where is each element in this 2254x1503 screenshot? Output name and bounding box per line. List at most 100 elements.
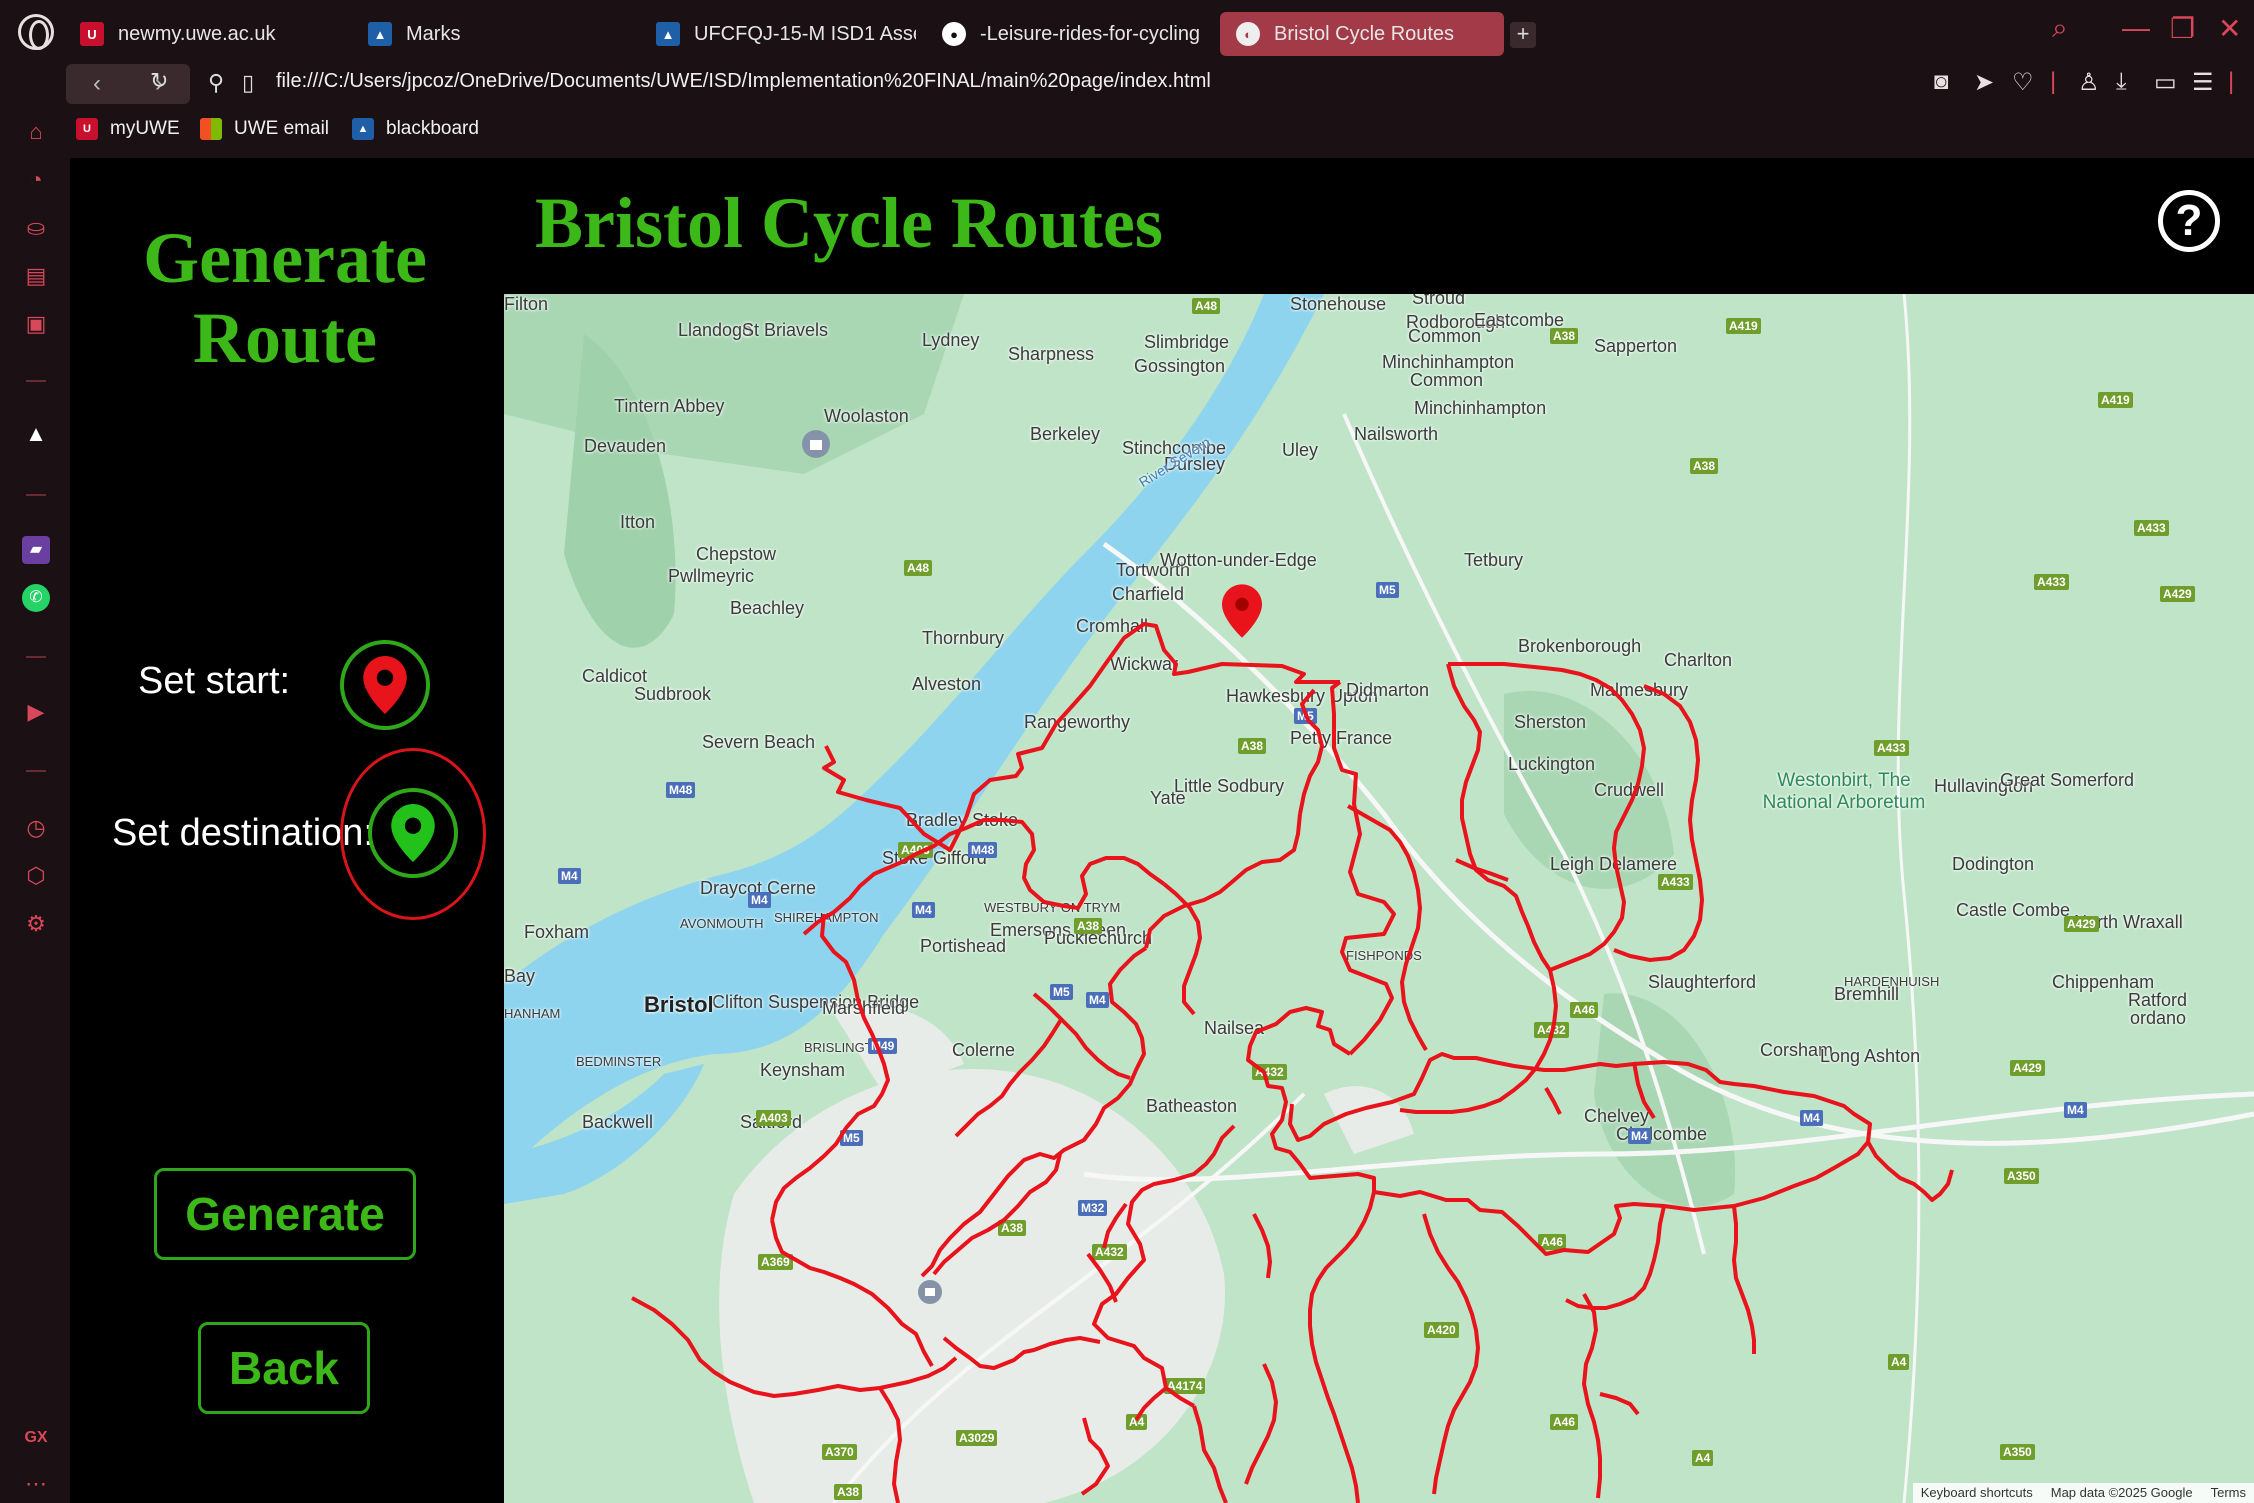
terms-link[interactable]: Terms (2211, 1485, 2246, 1501)
minimize-icon[interactable]: — (2122, 12, 2150, 44)
road-shield: M49 (868, 1038, 898, 1054)
road-shield: M5 (1376, 582, 1399, 598)
blackboard-icon: ▲ (368, 22, 392, 46)
road-shield: A4 (1888, 1354, 1910, 1370)
map-place-label: Pwllmeyric (668, 566, 755, 586)
route-map[interactable]: Llandogo St Briavels Lydney Sharpness Slimbr… (504, 294, 2254, 1503)
extensions-icon[interactable]: ⬡ (22, 862, 50, 890)
map-place-label: Malmesbury (1590, 680, 1689, 700)
map-place-label: Portishead (920, 936, 1007, 956)
tab-label: Bristol Cycle Routes (1274, 22, 1455, 45)
road-shield: M32 (1078, 1200, 1108, 1216)
history-icon[interactable]: ◷ (22, 814, 50, 842)
tab-github-repo[interactable]: ● -Leisure-rides-for-cycling (942, 12, 1206, 56)
map-start-marker-icon[interactable] (1222, 584, 1262, 638)
road-shield: A48 (904, 560, 933, 576)
tab-newmy-uwe[interactable]: U newmy.uwe.ac.uk (80, 12, 340, 56)
bookmark-myuwe[interactable]: U myUWE (76, 118, 180, 140)
back-arrow-icon[interactable]: ‹ (93, 70, 101, 98)
heart-icon[interactable]: ♡ (2012, 68, 2034, 97)
clifton-bridge-poi-icon[interactable] (916, 1278, 944, 1306)
map-place-label: WESTBURY ON TRYM (984, 900, 1121, 915)
road-shield: M4 (558, 868, 581, 884)
road-shield: A38 (998, 1220, 1027, 1236)
twitch-icon[interactable]: ▰ (22, 536, 50, 564)
map-place-label: Common (1408, 326, 1482, 346)
map-place-label: Didmarton (1346, 680, 1430, 700)
camera-icon[interactable]: ◙ (1934, 68, 1949, 96)
settings-icon[interactable]: ⚙ (22, 910, 50, 938)
bookmark-blackboard[interactable]: ▲ blackboard (352, 118, 479, 140)
map-place-label: Petty France (1290, 728, 1393, 748)
set-start-button[interactable] (340, 640, 430, 730)
map-place-label: BEDMINSTER (576, 1054, 662, 1069)
speed-dial-icon[interactable]: ◔ (22, 166, 50, 194)
road-shield: M5 (1294, 708, 1317, 724)
sidebar-toggle-icon[interactable]: | (2228, 68, 2234, 96)
back-button[interactable]: Back (198, 1322, 370, 1414)
road-shield: A4174 (1164, 1378, 1206, 1394)
opera-gx-logo-icon[interactable] (18, 14, 54, 50)
url-field[interactable]: file:///C:/Users/jpcoz/OneDrive/Document… (276, 70, 1211, 93)
search-icon[interactable]: ⌕ (2052, 12, 2068, 45)
road-shield: A433 (1658, 874, 1693, 890)
reload-icon[interactable]: ↻ (150, 68, 168, 94)
road-shield: A433 (2034, 574, 2069, 590)
map-place-label: St Briavels (742, 320, 829, 340)
microsoft-icon (200, 118, 222, 140)
tintern-abbey-poi-icon[interactable] (800, 428, 832, 460)
restore-icon[interactable]: ❐ (2170, 12, 2195, 45)
generate-button[interactable]: Generate (154, 1168, 416, 1260)
map-place-label: Alveston (912, 674, 982, 694)
page-title: Bristol Cycle Routes (535, 183, 1163, 263)
whatsapp-icon[interactable]: ✆ (22, 584, 50, 612)
bookmark-uwe-email[interactable]: UWE email (200, 118, 329, 140)
tab-marks[interactable]: ▲ Marks (368, 12, 618, 56)
road-shield: A369 (758, 1254, 793, 1270)
news-icon[interactable]: ▤ (22, 262, 50, 290)
map-place-label: Castle Combe (1956, 900, 2071, 920)
battery-icon[interactable]: ▭ (2154, 68, 2177, 97)
road-shield: A432 (1252, 1064, 1287, 1080)
tab-label: newmy.uwe.ac.uk (118, 22, 276, 45)
map-place-label: Great Somerford (2000, 770, 2135, 790)
download-icon[interactable]: ⤓ (2116, 68, 2127, 96)
road-shield: A38 (1074, 918, 1103, 934)
road-shield: A4 (1126, 1414, 1148, 1430)
red-pin-icon (363, 656, 407, 714)
new-tab-button[interactable]: + (1510, 22, 1536, 48)
road-shield: A419 (2098, 392, 2133, 408)
tab-isd1-assessment[interactable]: ▲ UFCFQJ-15-M ISD1 Asses (656, 12, 916, 56)
keyboard-shortcuts-link[interactable]: Keyboard shortcuts (1921, 1485, 2033, 1501)
browser-sidebar: ⌂ ◔ ⛀ ▤ ▣ ▲ ▰ ✆ ▶ ◷ ⬡ ⚙ GX ⋯ (0, 114, 70, 1503)
memory-limiter-icon[interactable]: ▣ (22, 310, 50, 338)
player-icon[interactable]: ▶ (22, 698, 50, 726)
map-place-label: Stroud (1412, 294, 1466, 308)
map-place-label: Tintern Abbey (614, 396, 725, 416)
road-shield: A38 (834, 1484, 863, 1500)
road-shield: A429 (2160, 586, 2195, 602)
help-button[interactable]: ? (2158, 190, 2220, 252)
close-icon[interactable]: ✕ (2218, 12, 2241, 45)
profile-icon[interactable]: ♙ (2078, 68, 2100, 97)
set-destination-button[interactable] (368, 788, 458, 878)
map-place-label: Backwell (582, 1112, 654, 1132)
gx-corner-icon[interactable]: ⌂ (22, 118, 50, 146)
more-icon[interactable]: ⋯ (22, 1470, 50, 1498)
location-pin-icon[interactable]: ⚲ (208, 70, 224, 96)
map-data-credit: Map data ©2025 Google (2050, 1485, 2193, 1500)
easy-setup-icon[interactable]: ☰ (2192, 68, 2214, 97)
road-shield: A350 (2000, 1444, 2035, 1460)
road-shield: A46 (1550, 1414, 1579, 1430)
road-shield: A403 (898, 842, 933, 858)
tab-bristol-cycle-routes[interactable]: ◐ Bristol Cycle Routes (1220, 12, 1504, 56)
map-place-label: Severn Beach (702, 732, 816, 752)
send-icon[interactable]: ➤ (1974, 68, 1994, 97)
cleaner-icon[interactable]: ⛀ (22, 214, 50, 242)
map-place-label: Wotton-under-Edge (1160, 550, 1317, 570)
road-shield: M4 (2064, 1102, 2087, 1118)
map-place-label: Itton (620, 512, 656, 532)
map-place-label: Gossington (1134, 356, 1226, 376)
blackboard-icon[interactable]: ▲ (22, 420, 50, 448)
map-place-label: Rangeworthy (1024, 712, 1131, 732)
